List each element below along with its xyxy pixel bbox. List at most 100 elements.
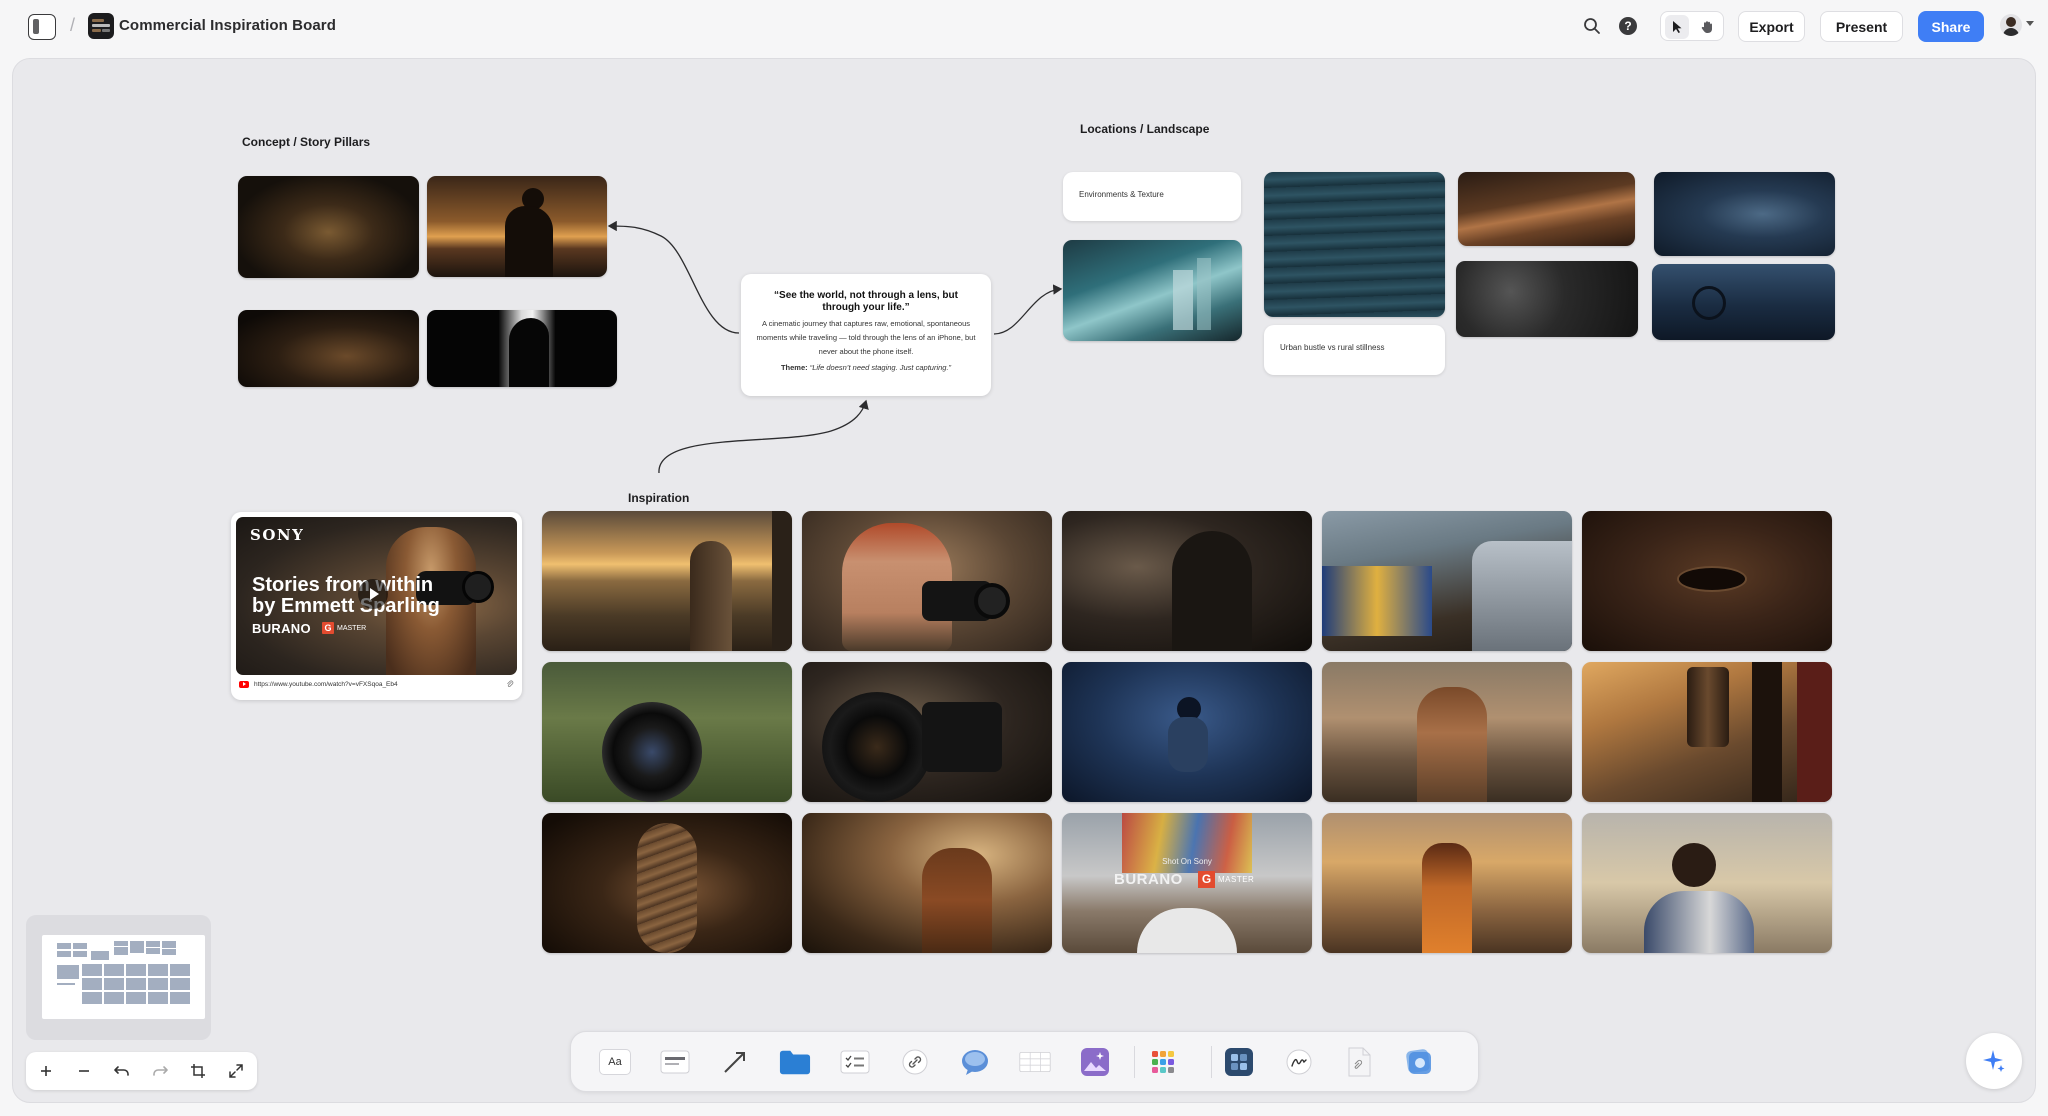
fullscreen-icon[interactable] xyxy=(224,1059,248,1083)
text-tool-icon[interactable]: Aa xyxy=(599,1046,631,1078)
present-button[interactable]: Present xyxy=(1820,11,1903,42)
redo-icon[interactable] xyxy=(148,1059,172,1083)
inspiration-image-8[interactable] xyxy=(1062,662,1312,802)
folder-tool-icon[interactable] xyxy=(779,1046,811,1078)
youtube-embed-card[interactable]: SONY Stories from within by Emmett Sparl… xyxy=(231,512,522,700)
undo-icon[interactable] xyxy=(110,1059,134,1083)
board-canvas[interactable]: Concept / Story Pillars “See the world, … xyxy=(12,58,2036,1103)
quote-body: A cinematic journey that captures raw, e… xyxy=(756,319,976,356)
image-tool-icon[interactable] xyxy=(1079,1046,1111,1078)
concept-image-dim-room[interactable] xyxy=(238,310,419,387)
youtube-brand: SONY xyxy=(250,526,305,544)
quote-theme: Theme: “Life doesn’t need staging. Just … xyxy=(755,363,977,372)
note-urban[interactable]: Urban bustle vs rural stillness xyxy=(1264,325,1445,375)
zoom-controls xyxy=(26,1052,257,1090)
minimap-viewport[interactable] xyxy=(42,935,205,1019)
zoom-out-icon[interactable] xyxy=(72,1059,96,1083)
zoom-in-icon[interactable] xyxy=(34,1059,58,1083)
sparkle-icon xyxy=(1983,1050,2005,1072)
text-tool-label: Aa xyxy=(599,1049,631,1075)
board-tool-icon[interactable] xyxy=(1223,1046,1255,1078)
youtube-url-row: https://www.youtube.com/watch?v=vFXSqoa_… xyxy=(236,680,517,688)
toolbar-separator xyxy=(1134,1046,1135,1078)
ai-sparkle-button[interactable] xyxy=(1966,1033,2022,1089)
inspiration-image-2[interactable] xyxy=(802,511,1052,651)
minimap[interactable] xyxy=(26,915,211,1040)
inspiration-image-11[interactable] xyxy=(542,813,792,953)
search-icon[interactable] xyxy=(1582,16,1602,36)
inspiration-image-9[interactable] xyxy=(1322,662,1572,802)
inspiration-image-7[interactable] xyxy=(802,662,1052,802)
fit-to-screen-icon[interactable] xyxy=(186,1059,210,1083)
section-title-concept: Concept / Story Pillars xyxy=(242,135,371,149)
play-icon[interactable] xyxy=(358,579,388,609)
youtube-thumbnail[interactable]: SONY Stories from within by Emmett Sparl… xyxy=(236,517,517,675)
youtube-title: Stories from within by Emmett Sparling xyxy=(252,574,440,617)
draw-tool-icon[interactable] xyxy=(1283,1046,1315,1078)
note-tool-icon[interactable] xyxy=(659,1046,691,1078)
file-tool-icon[interactable] xyxy=(1343,1046,1375,1078)
location-image-pebbles[interactable] xyxy=(1456,261,1638,337)
toolbar-separator xyxy=(1211,1046,1212,1078)
overlay-gmaster-badge: G MASTER xyxy=(1198,871,1254,888)
inspiration-image-4[interactable] xyxy=(1322,511,1572,651)
location-image-desert-dunes[interactable] xyxy=(1458,172,1635,246)
inspiration-image-13[interactable]: Shot On Sony BURANO G MASTER xyxy=(1062,813,1312,953)
board-icon[interactable] xyxy=(88,13,114,39)
quote-title: “See the world, not through a lens, but … xyxy=(774,290,958,313)
gmaster-text: MASTER xyxy=(337,624,367,632)
bottom-toolbar: Aa xyxy=(570,1031,1479,1092)
inspiration-image-15[interactable] xyxy=(1582,813,1832,953)
link-tool-icon[interactable] xyxy=(899,1046,931,1078)
overlay-gmaster-letter: G xyxy=(1198,871,1215,888)
inspiration-image-3[interactable] xyxy=(1062,511,1312,651)
chevron-down-icon[interactable] xyxy=(2026,21,2034,26)
note-environments-text: Environments & Texture xyxy=(1079,190,1164,199)
note-urban-text: Urban bustle vs rural stillness xyxy=(1280,343,1385,352)
board-title[interactable]: Commercial Inspiration Board xyxy=(119,17,336,34)
overlay-burano: BURANO xyxy=(1114,871,1183,888)
avatar[interactable] xyxy=(2000,14,2022,36)
inspiration-image-14[interactable] xyxy=(1322,813,1572,953)
apps-tool-icon[interactable] xyxy=(1147,1046,1179,1078)
section-title-locations: Locations / Landscape xyxy=(1080,122,1210,136)
comment-tool-icon[interactable] xyxy=(959,1046,991,1078)
youtube-icon xyxy=(239,680,249,688)
breadcrumb-separator: / xyxy=(70,15,76,35)
concept-image-sunset-silhouette[interactable] xyxy=(427,176,607,277)
inspiration-image-1[interactable] xyxy=(542,511,792,651)
table-tool-icon[interactable] xyxy=(1019,1046,1051,1078)
hand-icon[interactable] xyxy=(1695,15,1719,39)
gmaster-badge: G MASTER xyxy=(322,622,366,634)
inspiration-image-5[interactable] xyxy=(1582,511,1832,651)
top-bar: / Commercial Inspiration Board ? Export … xyxy=(0,0,2048,54)
concept-image-window-profile[interactable] xyxy=(427,310,617,387)
location-image-puddle-reflection[interactable] xyxy=(1652,264,1835,340)
help-icon[interactable]: ? xyxy=(1619,17,1637,35)
arrow-tool-icon[interactable] xyxy=(719,1046,751,1078)
location-image-rain-glass[interactable] xyxy=(1654,172,1835,256)
overlay-gmaster-text: MASTER xyxy=(1218,875,1255,884)
quote-theme-label: Theme: xyxy=(780,363,808,372)
paperclip-icon[interactable] xyxy=(506,680,514,688)
youtube-subtitle: BURANO xyxy=(252,621,311,636)
inspiration-image-10[interactable] xyxy=(1582,662,1832,802)
sidebar-toggle-icon[interactable] xyxy=(28,14,56,40)
sketch-tool-icon[interactable] xyxy=(1403,1046,1435,1078)
inspiration-image-12[interactable] xyxy=(802,813,1052,953)
export-button[interactable]: Export xyxy=(1738,11,1805,42)
overlay-shot-on-sony: Shot On Sony xyxy=(1162,857,1212,866)
concept-quote-card[interactable]: “See the world, not through a lens, but … xyxy=(741,274,991,396)
location-image-city-tree[interactable] xyxy=(1063,240,1242,341)
share-button[interactable]: Share xyxy=(1918,11,1984,42)
inspiration-image-6[interactable] xyxy=(542,662,792,802)
note-environments[interactable]: Environments & Texture xyxy=(1063,172,1241,221)
pointer-icon[interactable] xyxy=(1665,15,1689,39)
section-title-inspiration: Inspiration xyxy=(628,491,690,505)
location-image-water-texture[interactable] xyxy=(1264,172,1445,317)
youtube-url[interactable]: https://www.youtube.com/watch?v=vFXSqoa_… xyxy=(254,681,501,688)
concept-image-tunnel[interactable] xyxy=(238,176,419,278)
mode-toggle xyxy=(1660,11,1724,41)
checklist-tool-icon[interactable] xyxy=(839,1046,871,1078)
gmaster-letter: G xyxy=(322,622,334,634)
